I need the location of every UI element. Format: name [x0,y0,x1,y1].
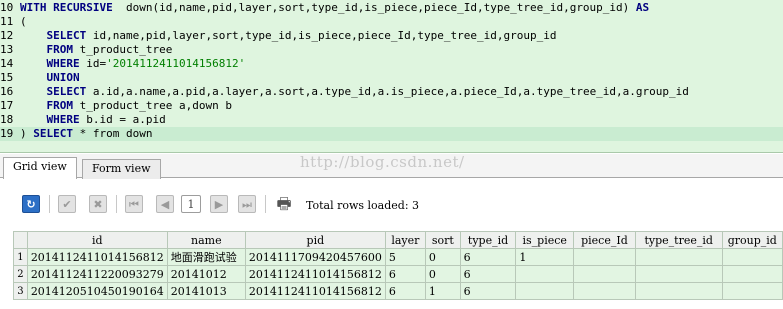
code-line: 17 FROM t_product_tree a,down b [0,99,783,113]
row-number[interactable]: 1 [13,248,28,266]
code-text: ) SELECT * from down [20,127,153,140]
line-number: 19 [0,127,14,140]
cell-group-id[interactable] [721,248,783,266]
code-line: 13 FROM t_product_tree [0,43,783,57]
check-icon[interactable]: ✔ [58,195,76,213]
line-number: 13 [0,43,14,56]
cell-sort[interactable]: 0 [424,265,461,283]
prev-page-icon[interactable]: ◀ [156,195,174,213]
line-number: 14 [0,57,14,70]
cell-id[interactable]: 2014112411014156812 [26,248,168,266]
code-line: 15 UNION [0,71,783,85]
cell-sort[interactable]: 0 [424,248,461,266]
cell-pid[interactable]: 2014111709420457600 [244,248,386,266]
line-number: 15 [0,71,14,84]
code-text: WHERE id='2014112411014156812' [46,57,246,70]
first-page-icon[interactable]: ⏮ [125,195,143,213]
refresh-icon[interactable]: ↻ [22,195,40,213]
cell-name[interactable]: 20141013 [166,282,246,300]
print-icon[interactable]: 🖶 [275,195,293,213]
tab-form-view[interactable]: Form view [82,159,161,179]
cell-group-id[interactable] [721,282,783,300]
cell-layer[interactable]: 6 [384,282,426,300]
cell-type-tree-id[interactable] [634,282,723,300]
code-text: FROM t_product_tree a,down b [46,99,232,112]
toolbar-separator [49,195,50,213]
line-number: 11 [0,15,14,28]
code-line: 10 WITH RECURSIVE down(id,name,pid,layer,… [0,1,783,15]
toolbar-separator [116,195,117,213]
cell-piece-id[interactable] [573,282,636,300]
cell-type-tree-id[interactable] [634,265,723,283]
line-number: 18 [0,113,14,126]
grid-header-row: id name pid layer sort type_id is_piece … [13,231,783,249]
cell-type-id[interactable]: 6 [459,248,517,266]
column-header[interactable]: layer [384,231,426,249]
page-number-input[interactable]: 1 [181,195,201,213]
code-text: ( [20,15,27,28]
tab-grid-view[interactable]: Grid view [3,157,77,179]
cell-type-id[interactable]: 6 [459,265,517,283]
cell-group-id[interactable] [721,265,783,283]
cell-layer[interactable]: 5 [384,248,426,266]
line-number: 16 [0,85,14,98]
sql-editor[interactable]: 10 WITH RECURSIVE down(id,name,pid,layer,… [0,0,783,153]
grid-toolbar: ↻ ✔ ✖ ⏮ ◀ 1 ▶ ⏭ 🖶 Total rows loaded: 3 [0,187,783,219]
cell-type-id[interactable]: 6 [459,282,517,300]
column-header[interactable]: type_id [459,231,517,249]
cell-pid[interactable]: 2014112411014156812 [244,282,386,300]
cell-name[interactable]: 20141012 [166,265,246,283]
cell-pid[interactable]: 2014112411014156812 [244,265,386,283]
code-line-current: 19 ) SELECT * from down [0,127,783,141]
line-number: 17 [0,99,14,112]
cell-type-tree-id[interactable] [634,248,723,266]
line-number: 12 [0,29,14,42]
code-text: FROM t_product_tree [46,43,173,56]
toolbar-separator [265,195,266,213]
cell-piece-id[interactable] [573,248,636,266]
code-text: WITH RECURSIVE down(id,name,pid,layer,so… [20,1,650,14]
column-header[interactable]: name [166,231,246,249]
column-header[interactable]: sort [424,231,461,249]
code-line: 18 WHERE b.id = a.pid [0,113,783,127]
row-number[interactable]: 2 [13,265,28,283]
code-text: SELECT a.id,a.name,a.pid,a.layer,a.sort,… [46,85,689,98]
row-number[interactable]: 3 [13,282,28,300]
rows-loaded-status: Total rows loaded: 3 [306,199,420,212]
cancel-icon[interactable]: ✖ [89,195,107,213]
column-header[interactable]: is_piece [515,231,575,249]
cell-name[interactable]: 地面滑跑试验 [166,248,246,266]
cell-piece-id[interactable] [573,265,636,283]
result-grid: id name pid layer sort type_id is_piece … [13,231,783,300]
code-text: WHERE b.id = a.pid [46,113,166,126]
code-line: 12 SELECT id,name,pid,layer,sort,type_id… [0,29,783,43]
table-row[interactable]: 2 2014112411220093279 20141012 201411241… [13,265,783,283]
column-header[interactable]: type_tree_id [634,231,723,249]
watermark-text: http://blog.csdn.net/ [300,153,465,171]
code-line: 11 ( [0,15,783,29]
last-page-icon[interactable]: ⏭ [238,195,256,213]
code-line: 16 SELECT a.id,a.name,a.pid,a.layer,a.so… [0,85,783,99]
cell-sort[interactable]: 1 [424,282,461,300]
next-page-icon[interactable]: ▶ [210,195,228,213]
cell-id[interactable]: 2014120510450190164 [26,282,168,300]
code-line: 14 WHERE id='2014112411014156812' [0,57,783,71]
code-text: UNION [46,71,80,84]
table-row[interactable]: 3 2014120510450190164 20141013 201411241… [13,282,783,300]
cell-is-piece[interactable]: 1 [515,248,575,266]
cell-is-piece[interactable] [515,265,575,283]
code-text: SELECT id,name,pid,layer,sort,type_id,is… [46,29,557,42]
column-header[interactable]: group_id [721,231,783,249]
line-number: 10 [0,1,14,14]
column-header[interactable]: id [26,231,168,249]
cell-id[interactable]: 2014112411220093279 [26,265,168,283]
column-header[interactable]: piece_Id [573,231,636,249]
table-row[interactable]: 1 2014112411014156812 地面滑跑试验 20141117094… [13,248,783,266]
column-header[interactable]: pid [244,231,386,249]
result-pane: Grid view Form view ↻ ✔ ✖ ⏮ ◀ 1 ▶ ⏭ 🖶 To… [0,154,783,309]
cell-layer[interactable]: 6 [384,265,426,283]
row-number-header [13,231,28,249]
cell-is-piece[interactable] [515,282,575,300]
